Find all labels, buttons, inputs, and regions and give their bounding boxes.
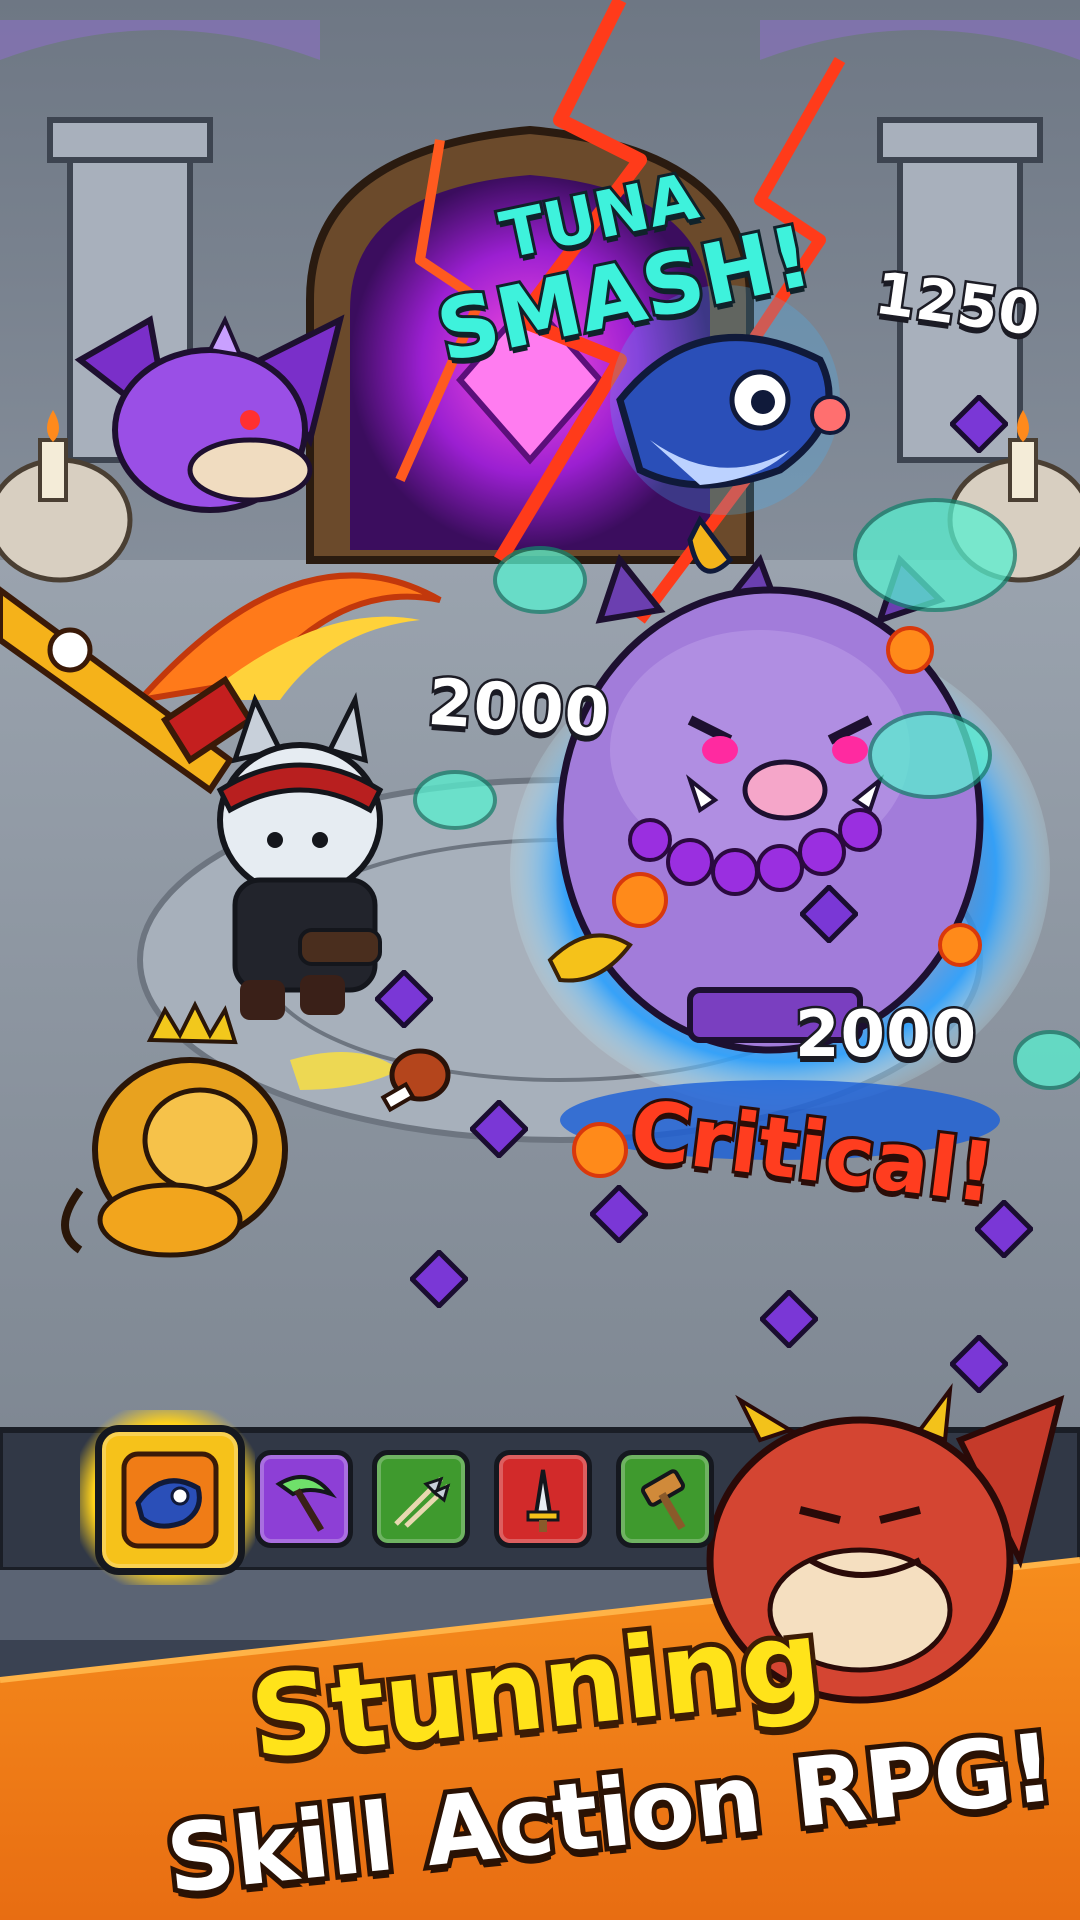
gem-icon xyxy=(950,395,1008,453)
skill-slot-arrow-rain[interactable] xyxy=(372,1450,470,1548)
gem-icon xyxy=(760,1290,818,1348)
cat-hero xyxy=(216,692,384,1020)
game-screen: TUNA SMASH! 1250 2000 2000 Critical! Stu… xyxy=(0,0,1080,1920)
damage-number: 2000 xyxy=(792,996,978,1075)
arrows-icon xyxy=(394,1476,451,1528)
skill-slot-scythe[interactable] xyxy=(255,1450,353,1548)
gem-icon xyxy=(410,1250,468,1308)
skill-slot-tuna-smash[interactable] xyxy=(95,1425,245,1575)
gem-icon xyxy=(470,1100,528,1158)
scythe-icon xyxy=(275,1475,337,1532)
gem-icon xyxy=(950,1335,1008,1393)
skill-slot-hammer[interactable] xyxy=(616,1450,714,1548)
tuna-fish-icon xyxy=(121,1451,219,1549)
hammer-icon xyxy=(641,1469,686,1531)
gem-icon xyxy=(375,970,433,1028)
skill-slot-holy-sword[interactable] xyxy=(494,1450,592,1548)
gem-icon xyxy=(800,885,858,943)
sword-icon xyxy=(526,1469,560,1532)
damage-number: 2000 xyxy=(423,663,615,755)
gem-icon xyxy=(590,1185,648,1243)
